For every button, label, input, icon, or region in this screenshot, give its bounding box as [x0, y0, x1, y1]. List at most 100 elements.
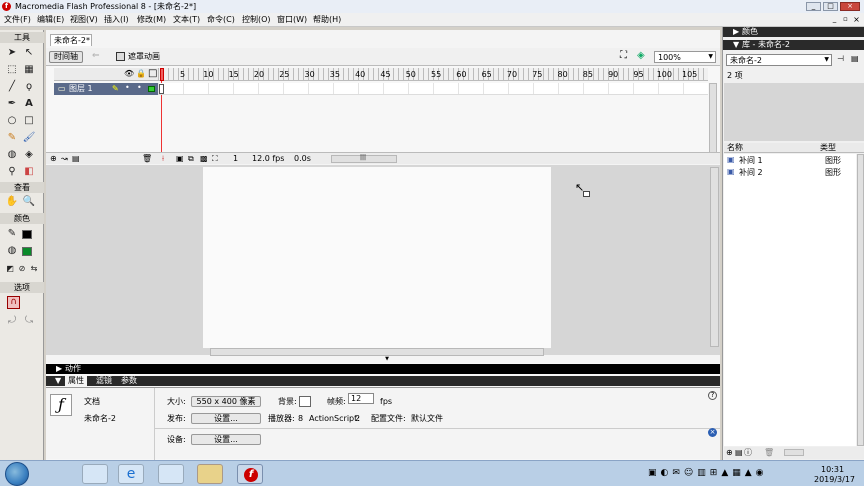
menu-control[interactable]: 控制(O): [242, 16, 271, 24]
library-select[interactable]: 未命名-2 ▼: [726, 54, 832, 66]
delete-layer-icon[interactable]: 🗑: [142, 155, 152, 163]
col-name-header[interactable]: 名称: [727, 144, 743, 152]
straighten-option-icon[interactable]: ⤿: [22, 314, 36, 328]
properties-icon[interactable]: ⓘ: [744, 449, 752, 457]
menu-help[interactable]: 帮助(H): [313, 16, 341, 24]
pen-tool-icon[interactable]: ✒: [5, 97, 19, 111]
list-item[interactable]: ▣ 补间 2 图形: [724, 167, 856, 178]
tab-properties[interactable]: 属性: [65, 376, 87, 386]
free-transform-icon[interactable]: ⬚: [5, 63, 19, 77]
zoom-tool-icon[interactable]: 🔍: [22, 195, 36, 209]
hand-tool-icon[interactable]: ✋: [5, 195, 19, 209]
lasso-tool-icon[interactable]: ϙ: [22, 80, 36, 94]
fill-transform-icon[interactable]: ▦: [22, 63, 36, 77]
menu-insert[interactable]: 插入(I): [104, 16, 129, 24]
stage[interactable]: [203, 167, 551, 348]
menu-text[interactable]: 文本(T): [173, 16, 200, 24]
stroke-color-icon[interactable]: ✎: [5, 227, 19, 241]
menu-commands[interactable]: 命令(C): [207, 16, 235, 24]
ink-bottle-icon[interactable]: ◍: [5, 148, 19, 162]
collapse-arrow-icon[interactable]: ▼: [55, 377, 61, 385]
color-panel-bar[interactable]: ▶ 颜色: [723, 27, 864, 37]
eyedropper-icon[interactable]: ⚲: [5, 165, 19, 179]
text-tool-icon[interactable]: A: [22, 97, 36, 111]
tab-parameters[interactable]: 参数: [121, 377, 137, 385]
actions-panel-bar[interactable]: ▶ 动作: [46, 364, 720, 374]
onion-skin-icon[interactable]: ▣: [176, 155, 184, 163]
frame-rate-input[interactable]: 12: [348, 393, 374, 404]
close-button[interactable]: ×: [840, 2, 860, 11]
keyframe[interactable]: [159, 84, 164, 94]
clock-time[interactable]: 10:31: [821, 466, 844, 474]
edit-symbol-icon[interactable]: ◈: [637, 51, 645, 61]
lock-dot-icon[interactable]: •: [137, 84, 142, 92]
playhead[interactable]: [160, 68, 164, 81]
add-layer-icon[interactable]: ⊕: [50, 155, 57, 163]
snap-magnet-icon[interactable]: ∩: [7, 296, 20, 309]
library-vscroll[interactable]: [857, 154, 864, 446]
onion-outline-icon[interactable]: ⧉: [188, 155, 194, 163]
selection-tool-icon[interactable]: ➤: [5, 46, 19, 60]
doc-restore-button[interactable]: ▫: [841, 15, 850, 24]
eraser-tool-icon[interactable]: ◧: [22, 165, 36, 179]
delete-icon[interactable]: 🗑: [764, 449, 774, 457]
rectangle-tool-icon[interactable]: □: [22, 114, 36, 128]
stage-hscroll[interactable]: [210, 348, 544, 356]
baidu-netdisk-icon[interactable]: [82, 464, 108, 484]
menu-modify[interactable]: 修改(M): [137, 16, 166, 24]
list-item[interactable]: ▣ 补间 1 图形: [724, 155, 856, 166]
minimize-button[interactable]: _: [806, 2, 821, 11]
visible-dot-icon[interactable]: •: [125, 84, 130, 92]
back-arrow-icon[interactable]: ⇐: [92, 52, 100, 61]
lock-icon[interactable]: 🔒: [136, 70, 146, 78]
eye-icon[interactable]: 👁: [124, 70, 134, 78]
zoom-select[interactable]: 100% ▼: [654, 51, 716, 63]
collapse-panel-arrow[interactable]: ▼: [378, 357, 396, 362]
doc-close-button[interactable]: ×: [852, 15, 861, 24]
library-hscroll[interactable]: [784, 449, 804, 456]
pin-icon[interactable]: ⊣: [837, 55, 844, 63]
fill-color-icon[interactable]: ◍: [5, 244, 19, 258]
start-button[interactable]: [5, 462, 29, 486]
add-guide-icon[interactable]: ↝: [61, 155, 68, 163]
ie-browser-icon[interactable]: e: [118, 464, 144, 484]
paint-bucket-icon[interactable]: ◈: [22, 148, 36, 162]
stage-vscroll[interactable]: [710, 167, 719, 347]
tab-filters[interactable]: 滤镜: [96, 377, 112, 385]
background-color-swatch[interactable]: [299, 396, 311, 407]
file-explorer-icon[interactable]: [197, 464, 223, 484]
fill-color-swatch[interactable]: [22, 247, 32, 256]
layer-row[interactable]: ▭ 图层 1 ✎ • •: [54, 83, 158, 95]
line-tool-icon[interactable]: ╱: [5, 80, 19, 94]
doc-minimize-button[interactable]: _: [830, 15, 839, 24]
outline-icon[interactable]: □: [148, 69, 157, 79]
maximize-button[interactable]: □: [823, 2, 838, 11]
frame-row[interactable]: [158, 83, 708, 95]
swap-colors-icon[interactable]: ⇆: [27, 262, 41, 276]
clock-date[interactable]: 2019/3/17: [814, 476, 855, 484]
flash-taskbar-icon[interactable]: f: [237, 464, 263, 484]
timeline-vscroll[interactable]: [709, 83, 717, 153]
tray-icons[interactable]: ▣◐✉☺▥⊞▲▦▲◉: [648, 469, 768, 478]
media-player-icon[interactable]: [158, 464, 184, 484]
edit-scene-icon[interactable]: ⛶: [620, 51, 627, 61]
center-frame-icon[interactable]: ⟊: [162, 155, 164, 163]
subselection-tool-icon[interactable]: ↖: [22, 46, 36, 60]
device-settings-button[interactable]: 设置...: [191, 434, 261, 445]
layer-outline-swatch[interactable]: [148, 86, 155, 92]
col-type-header[interactable]: 类型: [820, 144, 836, 152]
menu-window[interactable]: 窗口(W): [277, 16, 307, 24]
pencil-tool-icon[interactable]: ✎: [5, 131, 19, 145]
edit-multiple-icon[interactable]: ▩: [200, 155, 208, 163]
oval-tool-icon[interactable]: ○: [5, 114, 19, 128]
menu-edit[interactable]: 编辑(E): [37, 16, 64, 24]
modify-markers-icon[interactable]: ⛶: [212, 155, 218, 163]
menu-file[interactable]: 文件(F): [4, 16, 31, 24]
document-tab[interactable]: 未命名-2*: [50, 34, 92, 46]
size-button[interactable]: 550 x 400 像素: [191, 396, 261, 407]
brush-tool-icon[interactable]: 🖌: [22, 131, 36, 145]
new-library-icon[interactable]: ▤: [851, 55, 859, 63]
new-folder-icon[interactable]: ▤: [735, 449, 743, 457]
edit-accessibility-icon[interactable]: ×: [708, 428, 717, 437]
new-symbol-icon[interactable]: ⊕: [726, 449, 733, 457]
